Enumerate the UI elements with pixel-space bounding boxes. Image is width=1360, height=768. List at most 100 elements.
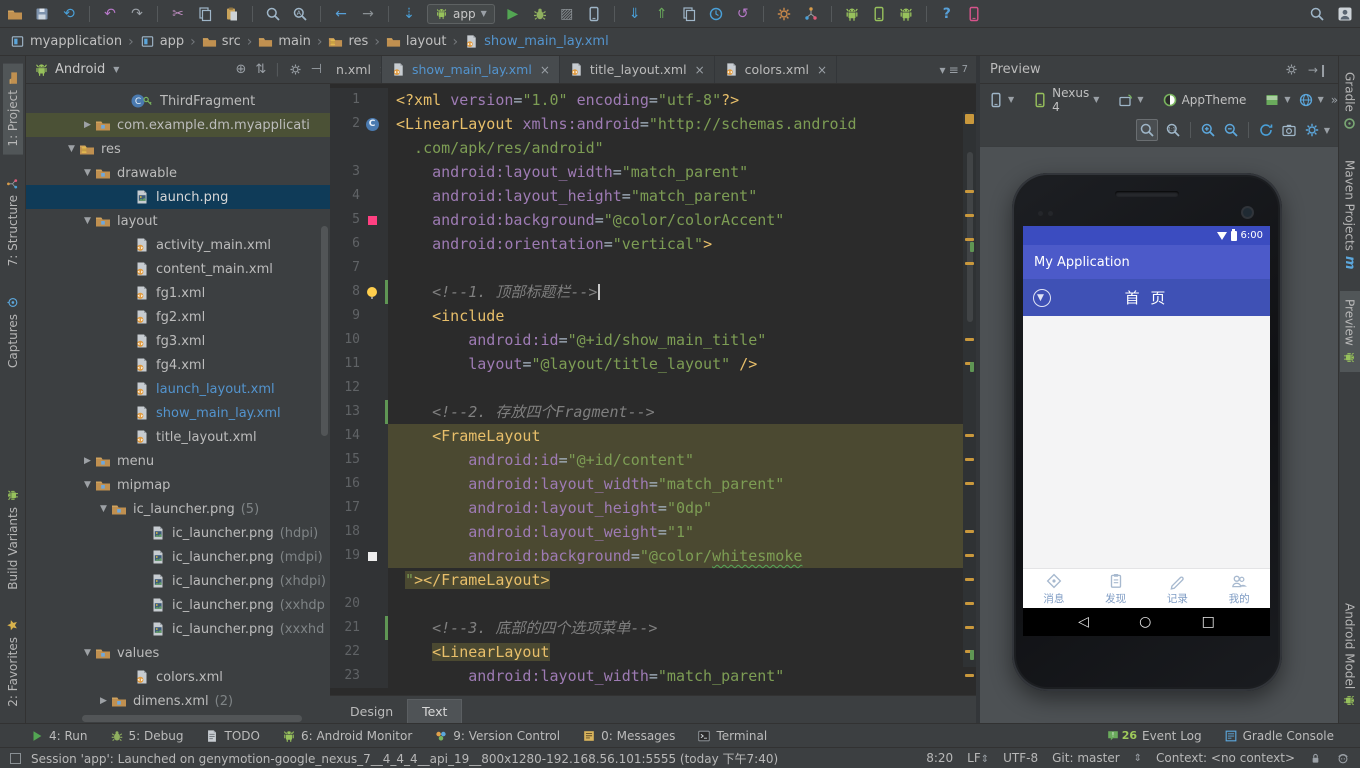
navigate-forward-icon[interactable]: → xyxy=(359,5,377,23)
scrollbar-thumb[interactable] xyxy=(967,152,973,322)
code-line-7[interactable]: 7 xyxy=(330,256,976,280)
run-icon[interactable]: ▶ xyxy=(504,5,522,23)
stripe-mark[interactable] xyxy=(965,482,974,485)
chevron-collapsed-icon[interactable]: ▶ xyxy=(98,696,109,706)
code-line-21[interactable]: 21 <!--3. 底部的四个选项菜单--> xyxy=(330,616,976,640)
breadcrumb-item-myapplication[interactable]: myapplication xyxy=(10,30,122,54)
toolwindow-button-0-messages[interactable]: 0: Messages xyxy=(582,729,675,743)
tree-item-ic-launcher-png-xhdpi[interactable]: ic_launcher.png (xhdpi) xyxy=(26,569,330,593)
orientation-selector[interactable]: ▼ xyxy=(1117,92,1144,108)
code-line-18[interactable]: 18 android:layout_weight="1" xyxy=(330,520,976,544)
refresh-preview-icon[interactable] xyxy=(1258,122,1274,138)
close-tab-icon[interactable]: × xyxy=(695,63,705,77)
tree-item-content-main-xml[interactable]: content_main.xml xyxy=(26,257,330,281)
tree-item-values[interactable]: ▼ values xyxy=(26,641,330,665)
chevron-expanded-icon[interactable]: ▼ xyxy=(82,168,93,178)
rollback-icon[interactable]: ↺ xyxy=(734,5,752,23)
tab-list-dropdown[interactable]: ▾ ≡ 7 xyxy=(932,56,976,83)
toolwindow-button-gradle-console[interactable]: Gradle Console xyxy=(1224,729,1334,743)
tool-stripe-gradle[interactable]: Gradle xyxy=(1340,64,1360,138)
recent-changes-icon[interactable] xyxy=(707,5,725,23)
tree-item-fg4-xml[interactable]: fg4.xml xyxy=(26,353,330,377)
gear-icon[interactable] xyxy=(289,63,302,76)
chevron-expanded-icon[interactable]: ▼ xyxy=(66,144,77,154)
chevron-expanded-icon[interactable]: ▼ xyxy=(98,504,109,514)
code-line-16[interactable]: 16 android:layout_width="match_parent" xyxy=(330,472,976,496)
hector-inspector-icon[interactable] xyxy=(1336,751,1350,765)
tree-item-drawable[interactable]: ▼ drawable xyxy=(26,161,330,185)
android-device-monitor-icon[interactable] xyxy=(897,5,915,23)
collapse-all-icon[interactable]: ⇅ xyxy=(255,62,266,77)
caret-position[interactable]: 8:20 xyxy=(926,751,953,765)
code-line-22[interactable]: 22 <LinearLayout xyxy=(330,640,976,664)
tool-stripe-captures[interactable]: Captures xyxy=(3,288,23,376)
activity-menu[interactable]: ▼ xyxy=(1264,92,1291,108)
debug-icon[interactable] xyxy=(531,5,549,23)
code-line-23[interactable]: 23 android:layout_width="match_parent" xyxy=(330,664,976,688)
tree-item-thirdfragment[interactable]: ThirdFragment xyxy=(26,89,330,113)
stripe-mark[interactable] xyxy=(965,578,974,581)
chevron-collapsed-icon[interactable]: ▶ xyxy=(82,456,93,466)
toolwindow-toggle-icon[interactable] xyxy=(10,752,21,764)
tree-item-mipmap[interactable]: ▼ mipmap xyxy=(26,473,330,497)
code-line-2[interactable]: 2 C <LinearLayout xmlns:android="http://sc… xyxy=(330,112,976,136)
code-line-6[interactable]: 6 android:orientation="vertical"> xyxy=(330,232,976,256)
tree-item-ic-launcher-png-5[interactable]: ▼ ic_launcher.png (5) xyxy=(26,497,330,521)
toolwindow-button-5-debug[interactable]: 5: Debug xyxy=(110,729,183,743)
code-line-20[interactable]: 20 xyxy=(330,592,976,616)
stripe-mark[interactable] xyxy=(965,262,974,265)
tree-item-fg1-xml[interactable]: fg1.xml xyxy=(26,281,330,305)
editor-mode-tab-design[interactable]: Design xyxy=(336,700,407,723)
code-line-8[interactable]: 8 <!--1. 顶部标题栏--> xyxy=(330,280,976,304)
preview-settings-icon[interactable]: ▼ xyxy=(1304,122,1330,138)
tree-horizontal-scrollbar[interactable] xyxy=(82,715,302,722)
hide-preview-icon[interactable]: →❙ xyxy=(1308,63,1328,77)
tree-item-launch-png[interactable]: launch.png xyxy=(26,185,330,209)
breadcrumb-item-app[interactable]: app xyxy=(140,30,184,54)
code-line-3[interactable]: 3 android:layout_width="match_parent" xyxy=(330,160,976,184)
code-line-wrap-2[interactable]: .com/apk/res/android" xyxy=(330,136,976,160)
chevron-expanded-icon[interactable]: ▼ xyxy=(82,216,93,226)
attach-debugger-to-android-process-icon[interactable] xyxy=(585,5,603,23)
tree-item-menu[interactable]: ▶ menu xyxy=(26,449,330,473)
redo-icon[interactable]: ↷ xyxy=(128,5,146,23)
tool-stripe-maven-projects[interactable]: Maven Projects m xyxy=(1339,152,1360,277)
code-line-9[interactable]: 9 <include xyxy=(330,304,976,328)
tree-item-ic-launcher-png-xxhdp[interactable]: ic_launcher.png (xxhdp xyxy=(26,593,330,617)
save-all-icon[interactable] xyxy=(33,5,51,23)
close-tab-icon[interactable]: × xyxy=(540,63,550,77)
toolwindow-button-event-log[interactable]: 26 Event Log xyxy=(1106,729,1202,743)
tool-stripe-build-variants[interactable]: Build Variants xyxy=(3,481,23,598)
synchronize-icon[interactable]: ⟲ xyxy=(60,5,78,23)
stripe-mark[interactable] xyxy=(965,114,974,124)
tree-vertical-scrollbar[interactable] xyxy=(321,226,328,436)
breadcrumb-item-show-main-lay-xml[interactable]: show_main_lay.xml xyxy=(464,30,609,54)
search-everywhere-icon[interactable] xyxy=(1308,5,1326,23)
code-line-19[interactable]: 19 android:background="@color/whitesmoke xyxy=(330,544,976,568)
code-area[interactable]: 1 <?xml version="1.0" encoding="utf-8"?> 2… xyxy=(330,84,976,695)
code-line-4[interactable]: 4 android:layout_height="match_parent" xyxy=(330,184,976,208)
code-line-11[interactable]: 11 layout="@layout/title_layout" /> xyxy=(330,352,976,376)
editor-tab-show-main-lay-xml[interactable]: show_main_lay.xml × xyxy=(382,56,560,83)
stripe-mark[interactable] xyxy=(965,602,974,605)
toolwindow-button-6-android-monitor[interactable]: 6: Android Monitor xyxy=(282,729,412,743)
breadcrumb-item-main[interactable]: main xyxy=(258,30,311,54)
code-line-12[interactable]: 12 xyxy=(330,376,976,400)
tree-item-fg2-xml[interactable]: fg2.xml xyxy=(26,305,330,329)
stripe-mark[interactable] xyxy=(965,190,974,193)
code-line-1[interactable]: 1 <?xml version="1.0" encoding="utf-8"?> xyxy=(330,88,976,112)
tree-item-com-example-dm-myapplicati[interactable]: ▶ com.example.dm.myapplicati xyxy=(26,113,330,137)
theme-selector[interactable]: AppTheme xyxy=(1162,92,1246,108)
stripe-mark[interactable] xyxy=(965,434,974,437)
breadcrumb-item-res[interactable]: res xyxy=(328,30,368,54)
zoom-to-fit-icon[interactable] xyxy=(1135,119,1158,141)
hide-panel-icon[interactable]: ⊣ xyxy=(311,62,322,77)
tree-item-dimens-xml-2[interactable]: ▶ dimens.xml (2) xyxy=(26,689,330,713)
code-line-10[interactable]: 10 android:id="@+id/show_main_title" xyxy=(330,328,976,352)
run-configuration-combo[interactable]: app ▼ xyxy=(427,3,495,24)
sdk-manager-icon[interactable] xyxy=(843,5,861,23)
paste-icon[interactable] xyxy=(223,5,241,23)
find-icon[interactable] xyxy=(264,5,282,23)
locale-selector[interactable]: ▼ xyxy=(1298,92,1324,108)
tool-stripe-7-structure[interactable]: 7: Structure xyxy=(3,169,23,274)
